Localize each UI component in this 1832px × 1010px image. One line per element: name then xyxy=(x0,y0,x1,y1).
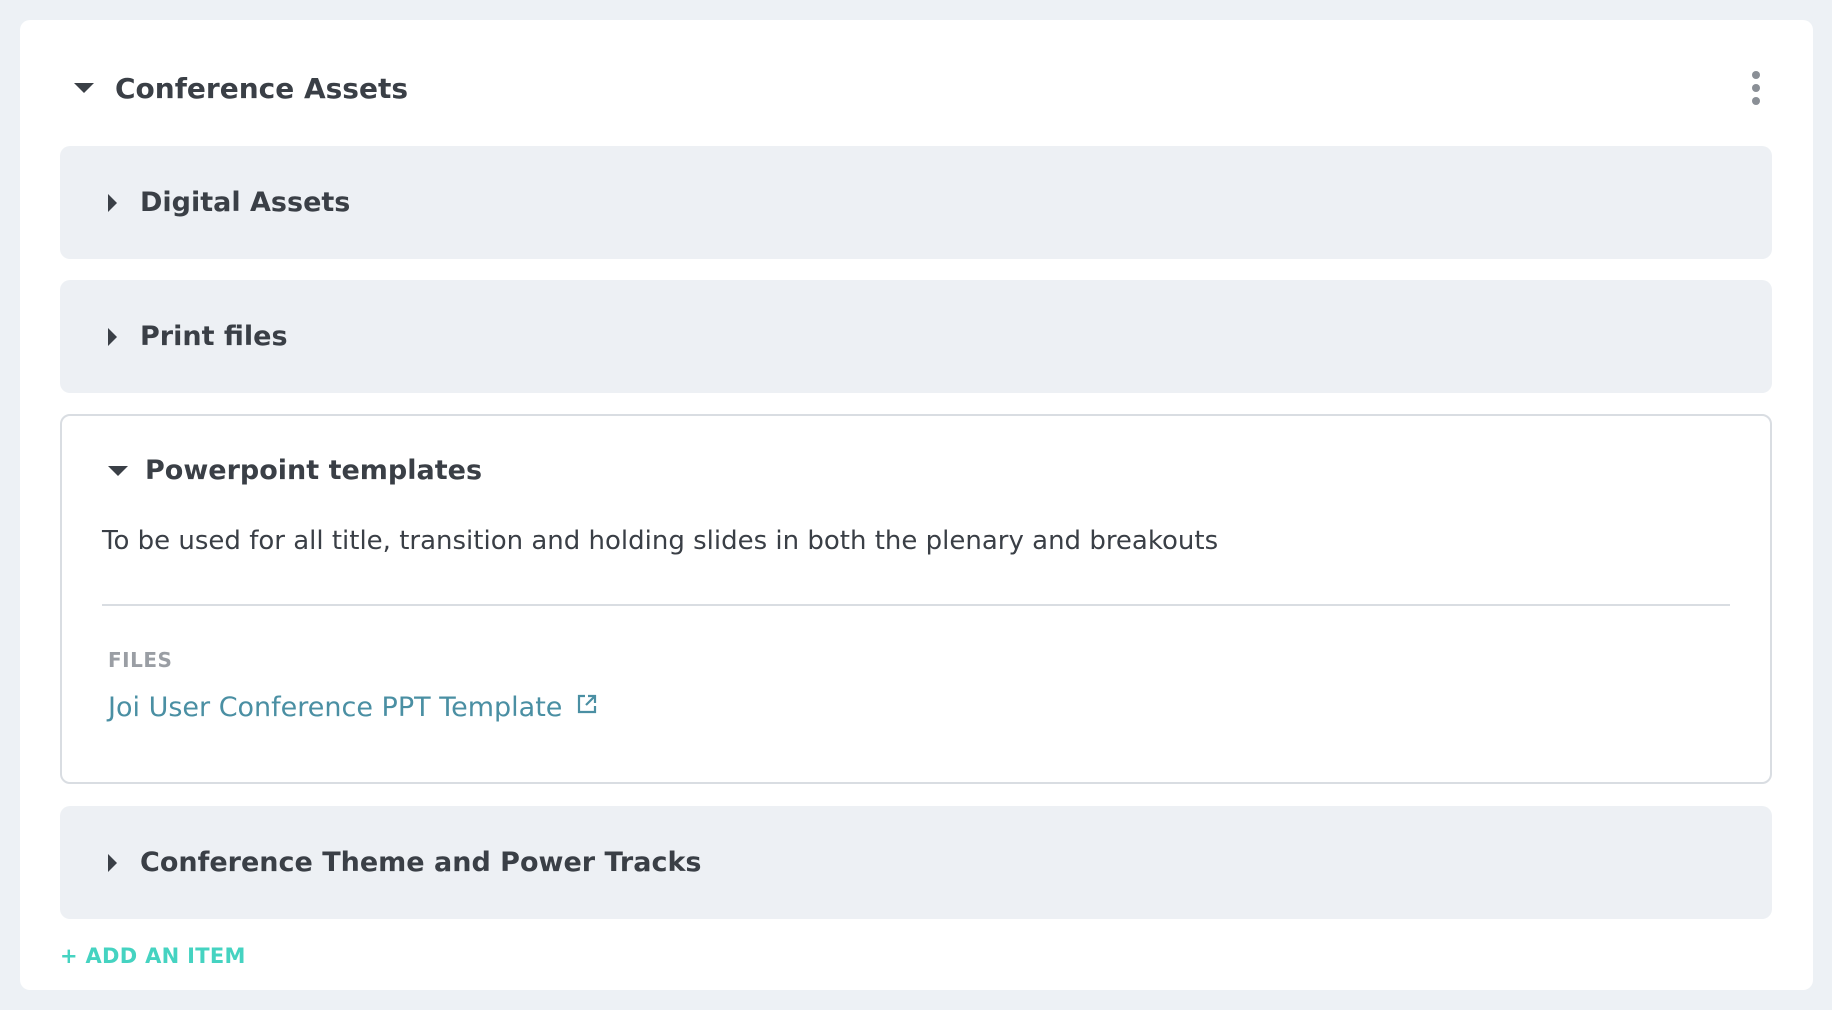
accordion-item-powerpoint-templates: Powerpoint templates To be used for all … xyxy=(60,414,1772,784)
caret-right-icon xyxy=(108,327,117,346)
accordion-item-title: Conference Theme and Power Tracks xyxy=(140,847,702,878)
add-item-button[interactable]: + ADD AN ITEM xyxy=(60,944,246,968)
accordion-item-title: Powerpoint templates xyxy=(145,455,483,486)
kebab-dot xyxy=(1752,84,1760,92)
caret-down-icon xyxy=(108,465,128,476)
conference-assets-card: Conference Assets Digital Assets Print f… xyxy=(20,20,1813,990)
accordion-item-header[interactable]: Print files xyxy=(60,280,288,393)
accordion-item-title: Digital Assets xyxy=(140,187,351,218)
kebab-menu-icon[interactable] xyxy=(1740,68,1772,108)
file-link-label: Joi User Conference PPT Template xyxy=(108,692,563,723)
divider xyxy=(102,604,1730,606)
section-title: Conference Assets xyxy=(115,71,409,105)
accordion-item-header[interactable]: Digital Assets xyxy=(60,146,350,259)
accordion-item-conference-theme[interactable]: Conference Theme and Power Tracks xyxy=(60,806,1772,919)
accordion-item-header[interactable]: Powerpoint templates xyxy=(60,414,482,527)
accordion-item-digital-assets[interactable]: Digital Assets xyxy=(60,146,1772,259)
caret-right-icon xyxy=(108,853,117,872)
kebab-dot xyxy=(1752,97,1760,105)
caret-right-icon xyxy=(108,193,117,212)
item-description: To be used for all title, transition and… xyxy=(102,526,1219,556)
caret-down-icon[interactable] xyxy=(74,83,94,93)
file-link[interactable]: Joi User Conference PPT Template xyxy=(108,692,598,723)
section-header[interactable]: Conference Assets xyxy=(52,48,408,128)
accordion-item-header[interactable]: Conference Theme and Power Tracks xyxy=(60,806,702,919)
accordion-item-title: Print files xyxy=(140,321,288,352)
external-link-icon xyxy=(578,694,597,713)
kebab-dot xyxy=(1752,71,1760,79)
files-label: FILES xyxy=(108,648,173,672)
accordion-item-print-files[interactable]: Print files xyxy=(60,280,1772,393)
